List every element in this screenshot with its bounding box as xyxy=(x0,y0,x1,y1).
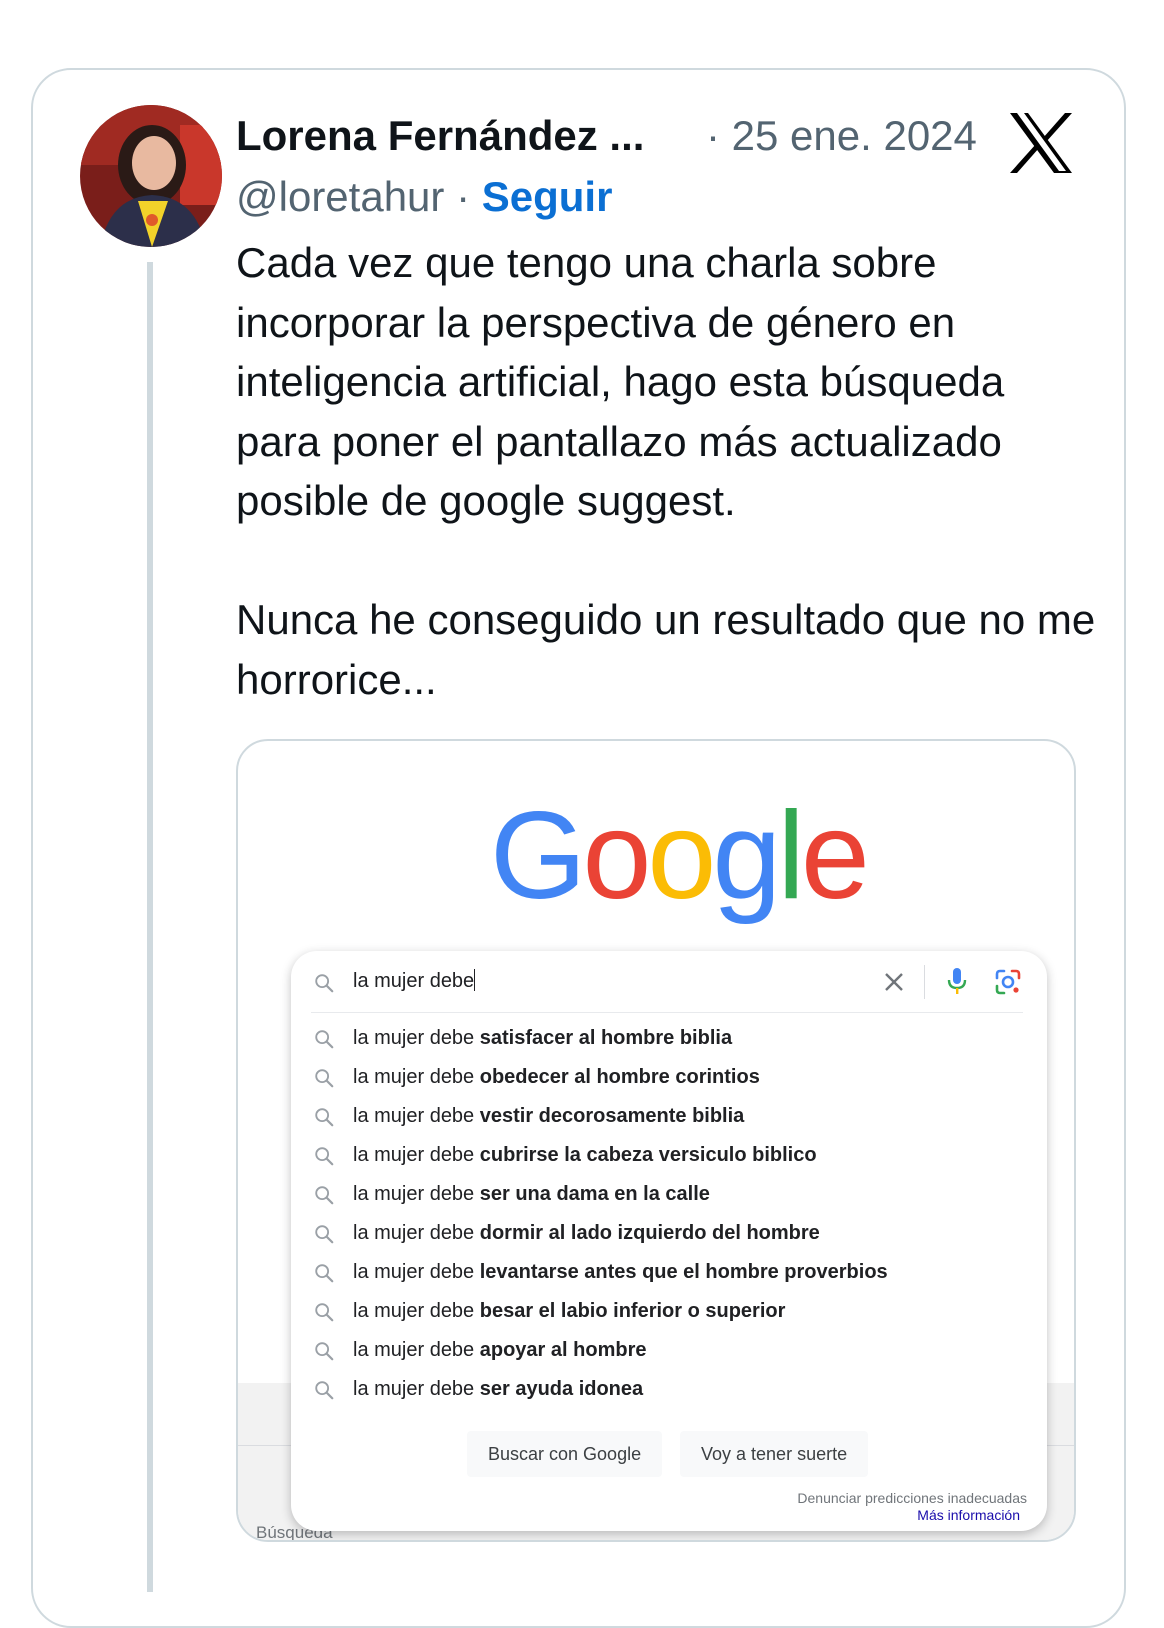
suggestion-prefix: la mujer debe xyxy=(353,1222,480,1244)
suggestion-text: la mujer debe levantarse antes que el ho… xyxy=(353,1253,888,1292)
suggestion-text: la mujer debe vestir decorosamente bibli… xyxy=(353,1097,744,1136)
suggestion-text: la mujer debe satisfacer al hombre bibli… xyxy=(353,1019,732,1058)
suggestion-item[interactable]: la mujer debe levantarse antes que el ho… xyxy=(291,1253,1047,1292)
search-icon xyxy=(315,1147,334,1166)
logo-letter: o xyxy=(647,787,716,925)
author-handle[interactable]: @loretahur xyxy=(236,173,444,220)
handle-row: @loretahur · Seguir xyxy=(236,173,612,221)
search-box: la mujer debe la mujer debe satisfacer a… xyxy=(291,951,1047,1531)
suggestion-item[interactable]: la mujer debe vestir decorosamente bibli… xyxy=(291,1097,1047,1136)
suggestion-item[interactable]: la mujer debe ser una dama en la calle xyxy=(291,1175,1047,1214)
divider xyxy=(311,1012,1023,1013)
text-caret xyxy=(474,969,476,991)
suggestion-item[interactable]: la mujer debe obedecer al hombre corinti… xyxy=(291,1058,1047,1097)
suggestion-completion: apoyar al hombre xyxy=(479,1339,647,1361)
search-icon xyxy=(315,1225,334,1244)
suggestion-completion: satisfacer al hombre biblia xyxy=(479,1027,733,1049)
suggestion-completion: vestir decorosamente biblia xyxy=(479,1105,745,1127)
suggestion-completion: besar el labio inferior o superior xyxy=(479,1300,786,1322)
google-logo: Google xyxy=(490,791,870,921)
suggestion-prefix: la mujer debe xyxy=(353,1378,480,1400)
search-icon xyxy=(315,1264,334,1283)
suggestion-text: la mujer debe besar el labio inferior o … xyxy=(353,1292,785,1331)
post-text-paragraph: Nunca he conseguido un resultado que no … xyxy=(236,596,1096,703)
post-text: Cada vez que tengo una charla sobre inco… xyxy=(236,233,1096,709)
suggestion-completion: ser una dama en la calle xyxy=(479,1183,710,1205)
search-input[interactable]: la mujer debe xyxy=(353,969,476,993)
suggestion-prefix: la mujer debe xyxy=(353,1105,480,1127)
search-icon xyxy=(315,1186,334,1205)
report-predictions-link[interactable]: Denunciar predicciones inadecuadas xyxy=(797,1490,1027,1506)
suggestion-completion: cubrirse la cabeza versiculo biblico xyxy=(479,1144,817,1166)
suggestion-text: la mujer debe apoyar al hombre xyxy=(353,1331,646,1370)
suggestion-text: la mujer debe obedecer al hombre corinti… xyxy=(353,1058,760,1097)
suggestion-completion: obedecer al hombre corintios xyxy=(479,1066,760,1088)
suggestion-item[interactable]: la mujer debe cubrirse la cabeza versicu… xyxy=(291,1136,1047,1175)
post-text-paragraph: Cada vez que tengo una charla sobre inco… xyxy=(236,239,1005,524)
suggestion-item[interactable]: la mujer debe ser ayuda idonea xyxy=(291,1370,1047,1409)
post-media-image[interactable]: Búsqueda Google la mujer debe la mujer d… xyxy=(236,739,1076,1542)
search-icon xyxy=(315,1342,334,1361)
search-icon xyxy=(315,1108,334,1127)
suggestion-completion: ser ayuda idonea xyxy=(479,1378,644,1400)
suggestion-item[interactable]: la mujer debe besar el labio inferior o … xyxy=(291,1292,1047,1331)
follow-button[interactable]: Seguir xyxy=(482,173,613,220)
suggestion-item[interactable]: la mujer debe satisfacer al hombre bibli… xyxy=(291,1019,1047,1058)
search-input-row[interactable]: la mujer debe xyxy=(291,951,1047,1011)
logo-letter: e xyxy=(800,787,870,925)
google-search-button[interactable]: Buscar con Google xyxy=(467,1431,663,1477)
suggestion-prefix: la mujer debe xyxy=(353,1183,480,1205)
author-name[interactable]: Lorena Fernández ... xyxy=(236,112,644,160)
search-icon xyxy=(315,1303,334,1322)
suggestion-prefix: la mujer debe xyxy=(353,1066,480,1088)
suggestion-text: la mujer debe cubrirse la cabeza versicu… xyxy=(353,1136,817,1175)
divider xyxy=(924,965,925,999)
search-icon xyxy=(315,974,334,993)
suggestion-text: la mujer debe ser ayuda idonea xyxy=(353,1370,643,1409)
more-info-link[interactable]: Más información xyxy=(917,1507,1020,1523)
suggestion-prefix: la mujer debe xyxy=(353,1144,480,1166)
suggestion-prefix: la mujer debe xyxy=(353,1027,480,1049)
thread-line xyxy=(147,262,153,1592)
suggestion-text: la mujer debe dormir al lado izquierdo d… xyxy=(353,1214,820,1253)
search-icon xyxy=(315,1030,334,1049)
suggestion-prefix: la mujer debe xyxy=(353,1300,480,1322)
suggestion-item[interactable]: la mujer debe apoyar al hombre xyxy=(291,1331,1047,1370)
suggestion-text: la mujer debe ser una dama en la calle xyxy=(353,1175,710,1214)
camera-search-icon[interactable] xyxy=(994,968,1022,996)
search-icon xyxy=(315,1069,334,1088)
post-date[interactable]: · 25 ene. 2024 xyxy=(706,112,977,160)
suggestion-completion: levantarse antes que el hombre proverbio… xyxy=(479,1261,888,1283)
search-icon xyxy=(315,1381,334,1400)
suggestion-item[interactable]: la mujer debe dormir al lado izquierdo d… xyxy=(291,1214,1047,1253)
search-query: la mujer debe xyxy=(353,970,475,992)
suggestion-prefix: la mujer debe xyxy=(353,1261,480,1283)
microphone-icon[interactable] xyxy=(945,966,969,996)
suggestion-completion: dormir al lado izquierdo del hombre xyxy=(479,1222,820,1244)
logo-letter: G xyxy=(490,787,586,925)
close-icon[interactable] xyxy=(881,969,907,995)
suggestion-prefix: la mujer debe xyxy=(353,1339,480,1361)
logo-letter: o xyxy=(582,787,651,925)
logo-letter: l xyxy=(777,787,804,925)
x-logo-icon[interactable] xyxy=(1008,112,1074,174)
logo-letter: g xyxy=(712,787,781,925)
separator: · xyxy=(456,173,471,220)
author-avatar[interactable] xyxy=(80,105,222,247)
lucky-button[interactable]: Voy a tener suerte xyxy=(680,1431,869,1477)
suggestions-list: la mujer debe satisfacer al hombre bibli… xyxy=(291,1019,1047,1409)
